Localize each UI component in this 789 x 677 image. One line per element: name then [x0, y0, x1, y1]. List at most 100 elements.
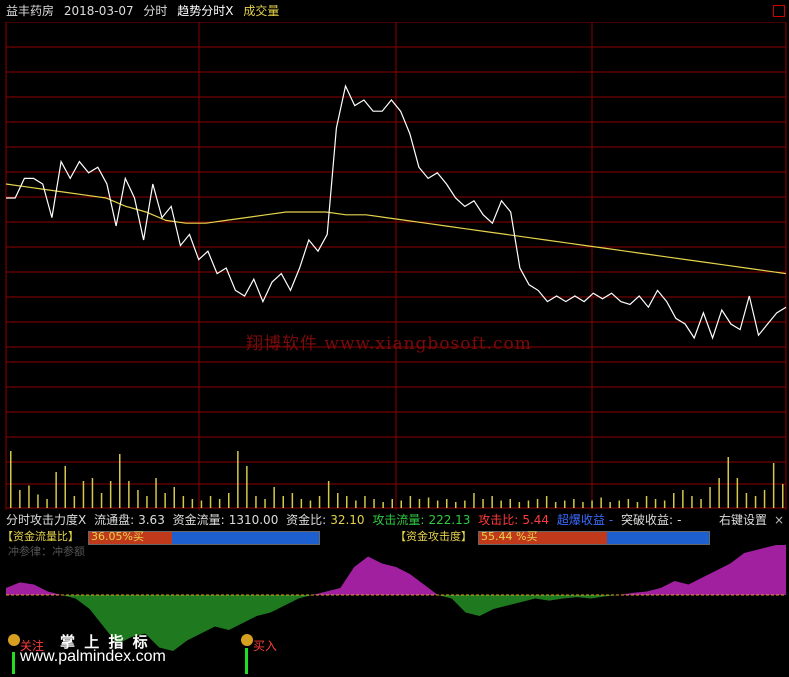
- attack-ratio-label: 攻击比:: [478, 513, 519, 527]
- volume-bar: [500, 500, 502, 508]
- fund-ratio-value: 32.10: [330, 513, 365, 527]
- volume-bar: [382, 502, 384, 508]
- volume-bar: [291, 493, 294, 508]
- fund-flow-label: 资金流量:: [172, 513, 225, 527]
- title-bar: 益丰药房 2018-03-07 分时 趋势分时X 成交量: [0, 0, 789, 22]
- fund-flow-ratio-label: 【资金流量比】: [2, 530, 79, 543]
- coin-icon-2: [241, 634, 253, 646]
- ultra-dash: -: [608, 513, 614, 527]
- watermark-text: 翔博软件 www.xiangbosoft.com: [246, 334, 532, 354]
- close-icon[interactable]: ×: [774, 510, 784, 530]
- volume-bar: [518, 502, 521, 508]
- volume-bar: [73, 496, 76, 508]
- chart-date: 2018-03-07: [63, 4, 134, 18]
- volume-bar: [64, 466, 66, 508]
- volume-bar: [373, 499, 375, 508]
- volume-bar: [82, 481, 85, 508]
- volume-bar: [736, 478, 739, 508]
- indicator-name[interactable]: 趋势分时X: [177, 4, 233, 18]
- volume-bar: [337, 493, 339, 508]
- volume-bar: [300, 499, 303, 508]
- site-url: www.palmindex.com: [20, 648, 166, 665]
- volume-bar: [255, 496, 257, 508]
- volume-bar: [772, 463, 775, 508]
- buy-pressure-area: [6, 545, 786, 595]
- stock-name[interactable]: 益丰药房: [6, 4, 54, 18]
- volume-bar: [10, 451, 12, 508]
- volume-bar: [600, 497, 602, 508]
- attack-flow-value: 222.13: [428, 513, 471, 527]
- window-menu-icon[interactable]: [773, 5, 785, 17]
- volume-bar: [137, 490, 139, 508]
- volume-bar: [418, 499, 421, 508]
- volume-bar: [327, 481, 330, 508]
- volume-bar: [482, 499, 484, 508]
- volume-bar: [37, 494, 39, 508]
- volume-bar: [109, 481, 112, 508]
- volume-bar: [691, 496, 693, 508]
- volume-bar: [173, 487, 175, 508]
- volume-bar: [355, 500, 357, 508]
- volume-bars: [10, 451, 784, 508]
- volume-bar: [609, 502, 611, 508]
- attack-flow-label: 攻击流量:: [372, 513, 425, 527]
- volume-bar: [28, 485, 30, 508]
- volume-bar: [228, 493, 230, 508]
- ultra-label: 超爆收益: [556, 513, 605, 527]
- volume-bar: [536, 499, 539, 508]
- volume-bar: [164, 493, 166, 508]
- volume-bar: [400, 500, 402, 508]
- volume-bar: [19, 490, 21, 508]
- signal-marker: [245, 648, 248, 674]
- volume-bar: [346, 496, 348, 508]
- volume-bar: [155, 478, 157, 508]
- volume-bar: [545, 496, 548, 508]
- view-mode[interactable]: 分时: [143, 4, 167, 18]
- price-chart: [5, 22, 787, 510]
- volume-bar: [554, 502, 557, 508]
- volume-bar: [146, 496, 148, 508]
- volume-bar: [119, 454, 121, 508]
- fund-flow-ratio-value: 36.05%买: [91, 530, 144, 543]
- volume-bar: [427, 497, 430, 508]
- volume-bar: [618, 500, 620, 508]
- volume-bar: [645, 496, 648, 508]
- signal-marker-left: [12, 652, 15, 674]
- volume-bar: [46, 499, 48, 508]
- buy-tag[interactable]: 买入: [253, 637, 277, 654]
- volume-bar: [191, 499, 194, 508]
- volume-bar: [128, 481, 130, 508]
- breakout-label: 突破收益:: [621, 513, 674, 527]
- volume-bar: [273, 487, 275, 508]
- volume-bar: [391, 499, 393, 508]
- volume-bar: [364, 496, 366, 508]
- volume-bar: [318, 496, 321, 508]
- float-label: 流通盘:: [94, 513, 135, 527]
- volume-bar: [464, 500, 466, 508]
- coin-icon: [8, 634, 20, 646]
- volume-bar: [309, 500, 312, 508]
- volume-bar: [473, 493, 475, 508]
- volume-bar: [182, 496, 185, 508]
- volume-label[interactable]: 成交量: [243, 4, 279, 18]
- fund-flow-value: 1310.00: [228, 513, 279, 527]
- volume-bar: [446, 499, 448, 508]
- volume-bar: [754, 496, 757, 508]
- settings-button[interactable]: 右键设置: [719, 510, 767, 530]
- breakout-value: -: [677, 513, 682, 527]
- volume-bar: [200, 500, 203, 508]
- volume-bar: [573, 499, 575, 508]
- volume-bar: [455, 502, 457, 508]
- volume-bar: [663, 500, 666, 508]
- volume-bar: [673, 493, 675, 508]
- volume-bar: [627, 499, 630, 508]
- volume-bar: [718, 478, 720, 508]
- volume-bar: [564, 500, 566, 508]
- volume-bar: [682, 490, 684, 508]
- volume-bar: [709, 487, 711, 508]
- volume-bar: [654, 499, 657, 508]
- volume-bar: [100, 493, 103, 508]
- fund-attack-label: 【资金攻击度】: [395, 530, 472, 543]
- volume-bar: [491, 496, 493, 508]
- indicator-title[interactable]: 分时攻击力度X: [6, 513, 86, 527]
